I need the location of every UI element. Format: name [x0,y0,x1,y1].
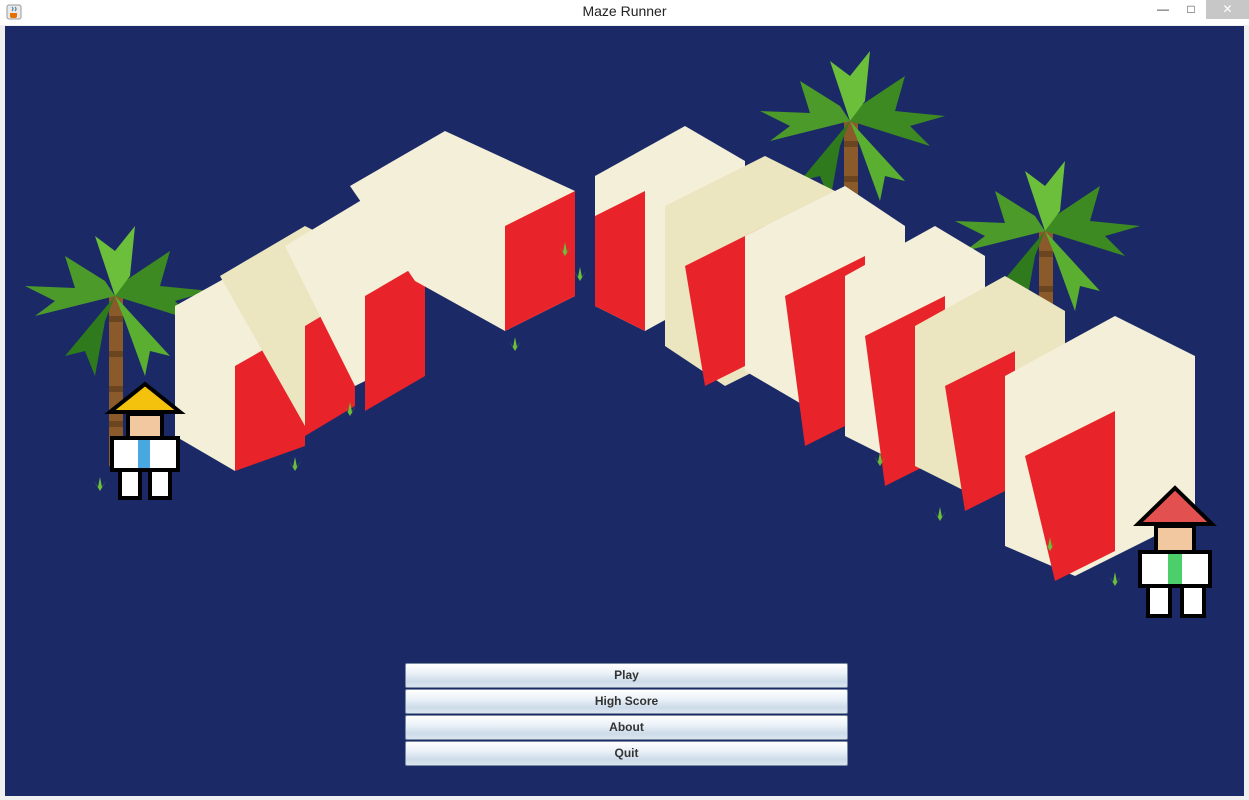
high-score-button[interactable]: High Score [405,689,848,714]
grass-tuft [289,457,301,471]
maximize-button[interactable]: □ [1178,0,1204,19]
window-title: Maze Runner [582,3,667,19]
title-bar: Maze Runner — □ ✕ [0,0,1249,26]
player-yellow-hat-sprite [104,381,186,500]
grass-tuft [934,507,946,521]
grass-tuft [94,477,106,491]
close-button[interactable]: ✕ [1206,0,1249,19]
grass-tuft [509,337,521,351]
about-button[interactable]: About [405,715,848,740]
quit-button[interactable]: Quit [405,741,848,766]
main-menu: Play High Score About Quit [405,663,848,767]
grass-tuft [1109,572,1121,586]
play-button[interactable]: Play [405,663,848,688]
grass-tuft [574,267,586,281]
minimize-button[interactable]: — [1150,0,1176,19]
